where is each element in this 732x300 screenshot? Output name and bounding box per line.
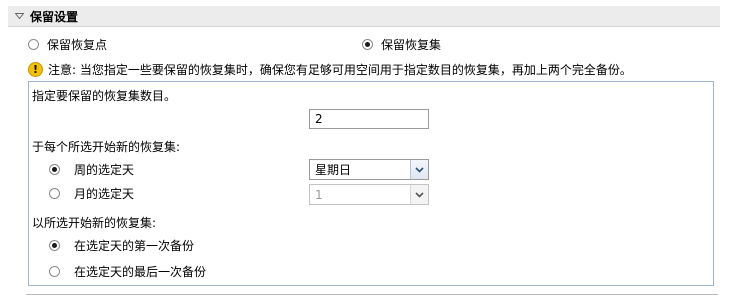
- radio-day-of-month[interactable]: 月的选定天: [49, 185, 134, 201]
- radio-button[interactable]: [49, 187, 60, 199]
- radio-button[interactable]: [362, 38, 373, 50]
- radio-label: 在选定天的第一次备份: [74, 238, 195, 253]
- radio-button[interactable]: [49, 239, 60, 251]
- radio-button[interactable]: [49, 265, 60, 277]
- radio-label: 保留恢复集: [381, 37, 442, 52]
- radio-button[interactable]: [28, 38, 39, 50]
- count-label: 指定要保留的恢复集数目。: [32, 89, 177, 103]
- radio-last-backup[interactable]: 在选定天的最后一次备份: [49, 263, 206, 279]
- note-text: 注意: 当您指定一些要保留的恢复集时，确保您有足够可用空间用于指定数目的恢复集，…: [48, 62, 632, 77]
- radio-day-of-week[interactable]: 周的选定天: [49, 161, 134, 177]
- monthday-select[interactable]: 1: [309, 184, 429, 205]
- radio-label: 保留恢复点: [47, 37, 108, 52]
- radio-button[interactable]: [49, 163, 60, 175]
- section-title: 保留设置: [30, 9, 79, 24]
- monthday-value: 1: [315, 187, 323, 202]
- section-header[interactable]: 保留设置: [8, 6, 720, 27]
- begin-label: 以所选开始新的恢复集:: [32, 216, 157, 230]
- warning-icon: !: [28, 61, 43, 77]
- recovery-set-count-input[interactable]: 2: [309, 109, 429, 129]
- triangle-down-icon[interactable]: [12, 9, 26, 23]
- divider: [26, 294, 718, 295]
- radio-label: 月的选定天: [74, 186, 135, 201]
- count-value: 2: [315, 112, 323, 126]
- note-line: ! 注意: 当您指定一些要保留的恢复集时，确保您有足够可用空间用于指定数目的恢复…: [28, 61, 632, 77]
- chevron-down-icon[interactable]: [410, 160, 428, 179]
- weekday-value: 星期日: [315, 163, 352, 177]
- radio-retain-recovery-sets[interactable]: 保留恢复集: [362, 36, 441, 52]
- chevron-down-icon[interactable]: [410, 185, 428, 204]
- weekday-select[interactable]: 星期日: [309, 159, 429, 180]
- radio-label: 周的选定天: [74, 162, 135, 177]
- start-label: 于每个所选开始新的恢复集:: [32, 140, 181, 154]
- radio-retain-recovery-points[interactable]: 保留恢复点: [28, 36, 107, 52]
- radio-first-backup[interactable]: 在选定天的第一次备份: [49, 237, 194, 253]
- radio-label: 在选定天的最后一次备份: [74, 264, 207, 279]
